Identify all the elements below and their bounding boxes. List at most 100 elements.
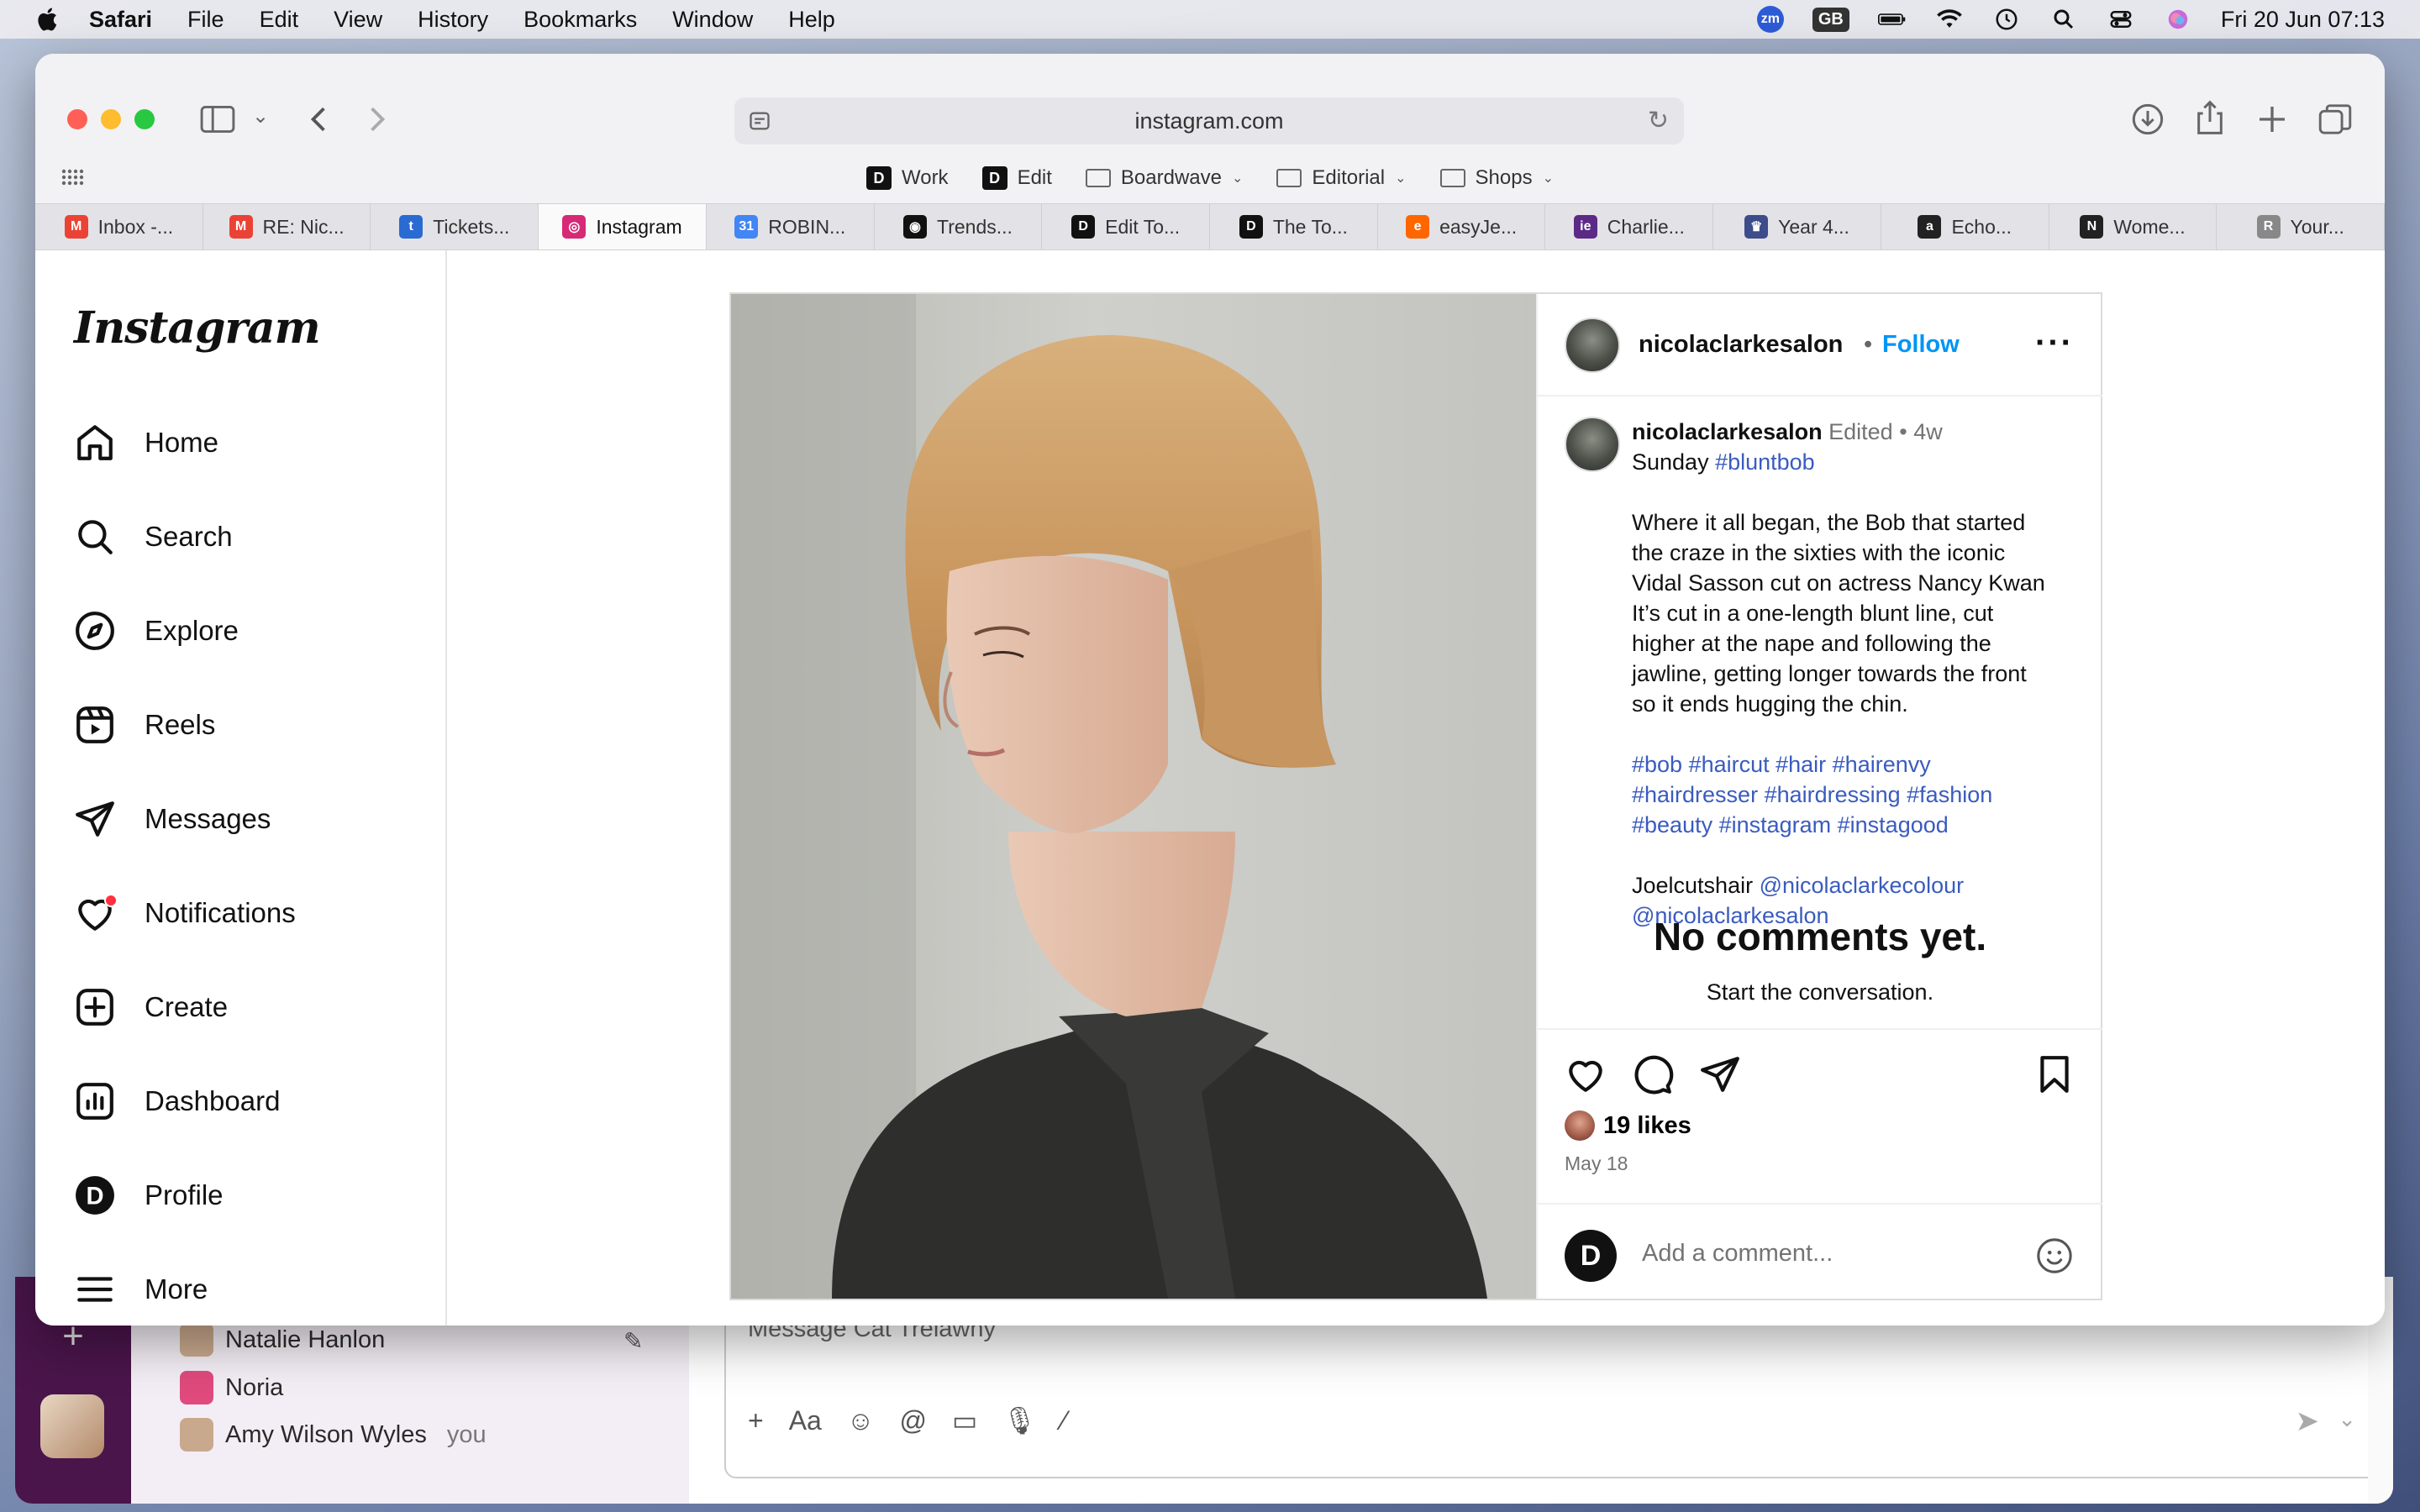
wifi-icon[interactable] xyxy=(1935,7,1964,32)
keyboard-layout-badge[interactable]: GB xyxy=(1812,7,1849,32)
browser-tab[interactable]: ♛ Year 4... xyxy=(1713,204,1881,249)
browser-tab[interactable]: D The To... xyxy=(1210,204,1378,249)
bookmark-folder-boardwave[interactable]: Boardwave ⌄ xyxy=(1085,166,1243,190)
bookmark-folder-editorial[interactable]: Editorial ⌄ xyxy=(1276,166,1407,190)
menu-help[interactable]: Help xyxy=(788,7,835,33)
dm-item[interactable]: Amy Wilson Wyles you xyxy=(180,1418,487,1452)
more-options-icon[interactable]: ··· xyxy=(2035,324,2074,362)
bookmark-edit[interactable]: D Edit xyxy=(981,166,1052,190)
hashtag-line[interactable]: #bob #haircut #hair #hairenvy xyxy=(1632,749,2086,780)
caption-author-avatar[interactable] xyxy=(1565,417,1620,472)
bookmark-work[interactable]: D Work xyxy=(866,166,949,190)
zoom-status-icon[interactable]: zm xyxy=(1756,6,1784,33)
like-heart-icon[interactable] xyxy=(1565,1053,1607,1095)
menu-bookmarks[interactable]: Bookmarks xyxy=(523,7,637,33)
likes-count[interactable]: 19 likes xyxy=(1565,1110,1691,1141)
microphone-icon[interactable]: 🎙 xyxy=(1002,1404,1037,1436)
nav-more[interactable]: More xyxy=(74,1268,208,1310)
post-age[interactable]: 4w xyxy=(1913,419,1943,444)
browser-tab[interactable]: D Edit To... xyxy=(1042,204,1211,249)
siri-icon[interactable] xyxy=(2164,7,2192,32)
hashtag-line[interactable]: #hairdresser #hairdressing #fashion xyxy=(1632,780,2086,810)
tab-overview-icon[interactable] xyxy=(2317,102,2353,136)
format-text-icon[interactable]: Aa xyxy=(789,1405,822,1436)
slash-command-icon[interactable]: ⁄ xyxy=(1062,1405,1066,1436)
share-plane-icon[interactable] xyxy=(1699,1053,1741,1095)
menu-edit[interactable]: Edit xyxy=(260,7,299,33)
nav-home[interactable]: Home xyxy=(74,422,218,464)
browser-tab[interactable]: 31 ROBIN... xyxy=(707,204,875,249)
menu-window[interactable]: Window xyxy=(672,7,753,33)
battery-icon[interactable] xyxy=(1877,7,1907,32)
instagram-logo[interactable]: Instagram xyxy=(74,302,321,354)
browser-tab[interactable]: e easyJe... xyxy=(1378,204,1546,249)
new-tab-plus-icon[interactable] xyxy=(2255,102,2289,136)
page-settings-icon[interactable] xyxy=(748,109,771,133)
hashtag-link[interactable]: #bluntbob xyxy=(1715,449,1815,475)
post-date[interactable]: May 18 xyxy=(1565,1152,1628,1175)
emoji-icon[interactable]: ☺ xyxy=(847,1405,875,1436)
dm-item[interactable]: Noria xyxy=(180,1371,283,1404)
send-icon[interactable]: ➤ xyxy=(2296,1404,2320,1438)
author-avatar[interactable] xyxy=(1565,318,1620,373)
browser-tab[interactable]: N Wome... xyxy=(2049,204,2217,249)
menu-clock[interactable]: Fri 20 Jun 07:13 xyxy=(2221,7,2385,33)
browser-tab[interactable]: ◉ Trends... xyxy=(875,204,1043,249)
browser-tab[interactable]: ie Charlie... xyxy=(1545,204,1714,249)
attach-plus-icon[interactable]: + xyxy=(748,1405,764,1436)
browser-tab[interactable]: M RE: Nic... xyxy=(203,204,371,249)
apple-logo-icon[interactable] xyxy=(35,6,62,33)
caption-username[interactable]: nicolaclarkesalon xyxy=(1632,419,1823,444)
nav-dashboard[interactable]: Dashboard xyxy=(74,1080,280,1122)
back-arrow-icon[interactable] xyxy=(306,106,331,133)
bookmark-folder-shops[interactable]: Shops ⌄ xyxy=(1439,166,1554,190)
nav-notifications[interactable]: Notifications xyxy=(74,892,296,934)
hashtag-line[interactable]: #beauty #instagram #instagood xyxy=(1632,810,2086,840)
compose-icon[interactable]: ✎ xyxy=(623,1327,643,1355)
nav-search[interactable]: Search xyxy=(74,516,233,558)
nav-explore[interactable]: Explore xyxy=(74,610,239,652)
browser-tab[interactable]: a Echo... xyxy=(1881,204,2049,249)
spotlight-search-icon[interactable] xyxy=(2049,7,2078,32)
time-machine-icon[interactable] xyxy=(1992,7,2021,32)
url-text[interactable]: instagram.com xyxy=(1134,108,1283,134)
close-window-button[interactable] xyxy=(67,109,87,129)
post-photo[interactable] xyxy=(731,294,1536,1299)
browser-tab[interactable]: t Tickets... xyxy=(371,204,539,249)
browser-tab[interactable]: M Inbox -... xyxy=(35,204,203,249)
emoji-icon[interactable] xyxy=(2035,1236,2074,1275)
mention-icon[interactable]: @ xyxy=(900,1405,927,1436)
sidebar-toggle-icon[interactable] xyxy=(200,106,235,133)
video-icon[interactable]: ▭ xyxy=(952,1404,977,1436)
author-username[interactable]: nicolaclarkesalon xyxy=(1639,331,1843,359)
comment-input[interactable] xyxy=(1642,1235,1995,1272)
menu-view[interactable]: View xyxy=(334,7,382,33)
forward-arrow-icon[interactable] xyxy=(365,106,390,133)
nav-reels[interactable]: Reels xyxy=(74,704,215,746)
user-avatar[interactable] xyxy=(40,1394,104,1458)
mention-link[interactable]: @nicolaclarkecolour xyxy=(1760,873,1965,898)
nav-profile[interactable]: D Profile xyxy=(74,1174,224,1216)
tab-bar: M Inbox -... M RE: Nic... t Tickets... ◎ Instag… xyxy=(35,203,2385,250)
share-icon[interactable] xyxy=(2193,99,2227,136)
comment-bubble-icon[interactable] xyxy=(1632,1053,1674,1095)
follow-button[interactable]: Follow xyxy=(1882,331,1960,359)
menu-app-name[interactable]: Safari xyxy=(89,7,152,33)
chevron-down-icon[interactable]: ⌄ xyxy=(252,104,269,129)
bookmark-save-icon[interactable] xyxy=(2033,1053,2075,1095)
control-center-icon[interactable] xyxy=(2107,7,2135,32)
dm-item[interactable]: Natalie Hanlon xyxy=(180,1323,385,1357)
nav-messages[interactable]: Messages xyxy=(74,798,271,840)
minimize-window-button[interactable] xyxy=(101,109,121,129)
nav-create[interactable]: Create xyxy=(74,986,228,1028)
notification-icon-wrap xyxy=(74,892,118,934)
download-icon[interactable] xyxy=(2131,102,2165,136)
browser-tab[interactable]: R Your... xyxy=(2217,204,2385,249)
browser-tab[interactable]: ◎ Instagram xyxy=(539,204,707,249)
fullscreen-window-button[interactable] xyxy=(134,109,155,129)
chevron-down-icon[interactable]: ⌄ xyxy=(2338,1406,2356,1432)
address-bar[interactable]: instagram.com ↻ xyxy=(734,97,1684,144)
menu-history[interactable]: History xyxy=(418,7,488,33)
reload-icon[interactable]: ↻ xyxy=(1648,106,1669,135)
menu-file[interactable]: File xyxy=(187,7,224,33)
